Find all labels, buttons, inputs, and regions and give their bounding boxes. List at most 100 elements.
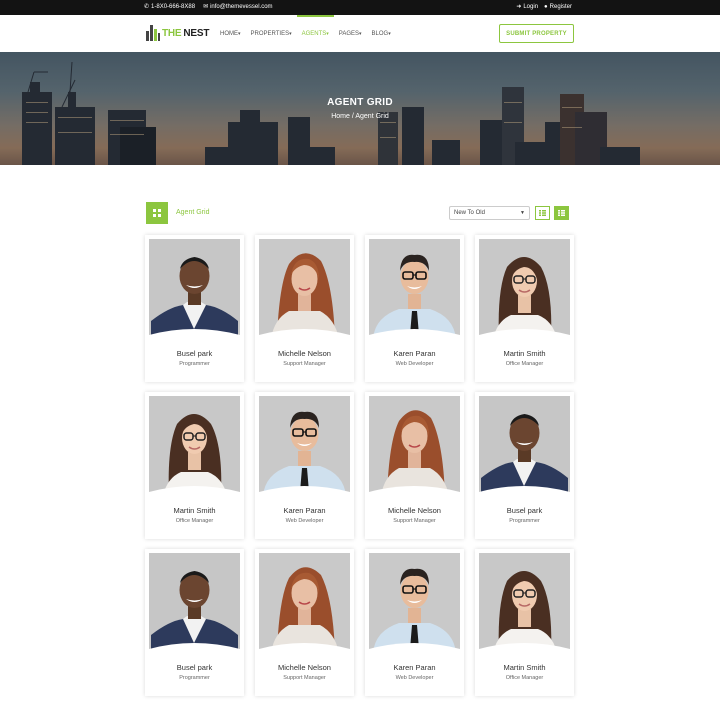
agent-photo[interactable] [149, 239, 240, 339]
grid-view-button[interactable] [554, 206, 569, 220]
nav-item-pages[interactable]: PAGES▾ [334, 15, 367, 52]
main-nav: HOME▾ PROPERTIES▾ AGENTS▾ PAGES▾ BLOG▾ [215, 15, 396, 52]
agent-photo[interactable] [369, 239, 460, 339]
sort-select[interactable]: New To Old ▼ [449, 206, 530, 220]
breadcrumb: Home / Agent Grid [0, 113, 720, 120]
agent-card[interactable]: Busel park Programmer [145, 549, 244, 696]
agent-card[interactable]: Michelle Nelson Support Manager [365, 392, 464, 539]
grid-heading-icon [146, 202, 168, 224]
agent-name[interactable]: Karen Paran [365, 663, 464, 672]
building-logo-icon [146, 25, 160, 41]
nav-item-properties[interactable]: PROPERTIES▾ [246, 15, 297, 52]
register-link[interactable]: ● Register [544, 4, 572, 10]
nav-item-label: HOME [220, 31, 238, 37]
agent-card[interactable]: Martin Smith Office Manager [145, 392, 244, 539]
logo-text-nest: NEST [183, 27, 210, 39]
phone-contact[interactable]: ✆ 1-8X0-666-8X88 [144, 4, 195, 10]
agent-photo[interactable] [259, 553, 350, 653]
breadcrumb-separator: / [351, 113, 354, 120]
agent-card[interactable]: Martin Smith Office Manager [475, 549, 574, 696]
agent-name[interactable]: Martin Smith [475, 349, 574, 358]
agent-card[interactable]: Busel park Programmer [145, 235, 244, 382]
agent-photo[interactable] [479, 396, 570, 496]
caret-down-icon: ▾ [289, 31, 292, 37]
agent-portrait-image [479, 553, 570, 653]
hero-overlay [0, 52, 720, 165]
submit-property-button[interactable]: SUBMIT PROPERTY [499, 24, 574, 43]
agent-card[interactable]: Michelle Nelson Support Manager [255, 235, 354, 382]
agent-photo[interactable] [479, 553, 570, 653]
phone-icon: ✆ [144, 4, 150, 10]
agent-portrait-image [149, 553, 240, 653]
agent-name[interactable]: Karen Paran [255, 506, 354, 515]
list-icon [539, 210, 546, 216]
agent-photo[interactable] [149, 396, 240, 496]
caret-down-icon: ▾ [359, 31, 362, 37]
sign-in-icon: ➜ [516, 4, 522, 10]
agent-role: Programmer [179, 361, 210, 367]
grid-list-icon [558, 210, 565, 216]
nav-item-agents[interactable]: AGENTS▾ [296, 15, 334, 52]
agent-card[interactable]: Karen Paran Web Developer [255, 392, 354, 539]
nav-item-home[interactable]: HOME▾ [215, 15, 246, 52]
agent-card[interactable]: Karen Paran Web Developer [365, 235, 464, 382]
agent-photo[interactable] [479, 239, 570, 339]
site-logo[interactable]: THE NEST [146, 25, 209, 41]
grid-icon [153, 209, 161, 217]
agent-name[interactable]: Busel park [145, 349, 244, 358]
agent-portrait-image [149, 396, 240, 496]
agent-portrait-image [149, 239, 240, 339]
agent-name[interactable]: Busel park [475, 506, 574, 515]
agent-card[interactable]: Karen Paran Web Developer [365, 549, 464, 696]
email-contact[interactable]: ✉ info@themevessel.com [203, 4, 272, 10]
agent-name[interactable]: Martin Smith [475, 663, 574, 672]
caret-down-icon: ▾ [326, 31, 329, 37]
agent-name[interactable]: Karen Paran [365, 349, 464, 358]
agent-role: Office Manager [175, 518, 214, 524]
agent-name[interactable]: Busel park [145, 663, 244, 672]
breadcrumb-current: Agent Grid [355, 113, 389, 120]
breadcrumb-home[interactable]: Home [331, 113, 350, 120]
agent-portrait-image [369, 553, 460, 653]
agent-portrait-image [479, 239, 570, 339]
hero-banner [0, 52, 720, 165]
chevron-down-icon: ▼ [520, 210, 525, 216]
nav-item-blog[interactable]: BLOG▾ [367, 15, 396, 52]
nav-item-label: BLOG [371, 31, 389, 37]
agent-name[interactable]: Michelle Nelson [365, 506, 464, 515]
agent-portrait-image [369, 396, 460, 496]
agent-name[interactable]: Michelle Nelson [255, 663, 354, 672]
top-bar: ✆ 1-8X0-666-8X88 ✉ info@themevessel.com … [0, 0, 720, 15]
agent-card[interactable]: Michelle Nelson Support Manager [255, 549, 354, 696]
page-title: AGENT GRID [327, 97, 393, 108]
login-link[interactable]: ➜ Login [516, 4, 538, 10]
contact-info: ✆ 1-8X0-666-8X88 ✉ info@themevessel.com [144, 4, 273, 10]
register-label: Register [549, 4, 572, 10]
nav-item-label: PAGES [338, 31, 360, 37]
agent-card[interactable]: Busel park Programmer [475, 392, 574, 539]
nav-item-label: PROPERTIES [250, 31, 290, 37]
agent-role: Office Manager [505, 675, 544, 681]
agent-photo[interactable] [149, 553, 240, 653]
agent-photo[interactable] [259, 239, 350, 339]
agent-portrait-image [259, 553, 350, 653]
list-view-button[interactable] [535, 206, 550, 220]
agent-role: Web Developer [395, 361, 434, 367]
agent-portrait-image [479, 396, 570, 496]
auth-links: ➜ Login ● Register [516, 4, 572, 10]
agent-photo[interactable] [369, 553, 460, 653]
phone-number: 1-8X0-666-8X88 [151, 4, 196, 10]
agent-portrait-image [259, 396, 350, 496]
agent-role: Programmer [509, 518, 540, 524]
agent-photo[interactable] [369, 396, 460, 496]
agent-card[interactable]: Martin Smith Office Manager [475, 235, 574, 382]
agent-name[interactable]: Michelle Nelson [255, 349, 354, 358]
envelope-icon: ✉ [203, 4, 209, 10]
caret-down-icon: ▾ [238, 31, 241, 37]
agent-name[interactable]: Martin Smith [145, 506, 244, 515]
nav-item-label: AGENTS [301, 31, 327, 37]
agent-portrait-image [259, 239, 350, 339]
agent-photo[interactable] [259, 396, 350, 496]
section-title: Agent Grid [176, 209, 210, 216]
caret-down-icon: ▾ [388, 31, 391, 37]
